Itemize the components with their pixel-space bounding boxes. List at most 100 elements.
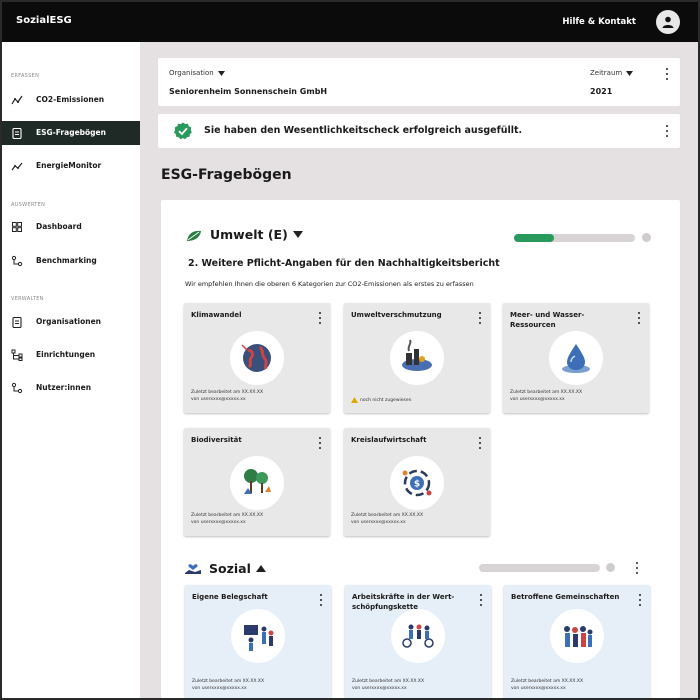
more-options-icon[interactable] (638, 594, 642, 606)
organization-icon (12, 316, 22, 328)
more-options-icon[interactable] (318, 437, 322, 449)
supply-chain-workers-illustration-icon (402, 624, 434, 648)
tile-illustration (390, 331, 444, 385)
caret-up-icon (255, 565, 266, 572)
sidebar-item-energiemonitor[interactable]: EnergieMonitor (2, 154, 140, 178)
more-options-icon[interactable] (637, 312, 641, 324)
tile-edited-by: von userxxxx@xxxxx.xx (191, 520, 246, 525)
sidebar-item-label: Einrichtungen (36, 350, 96, 359)
workforce-illustration-icon (244, 625, 274, 651)
more-options-icon[interactable] (318, 312, 322, 324)
category-tile-klimawandel[interactable]: Klimawandel Zuletzt bearbeitet am XX.XX.… (184, 303, 330, 413)
section-title-umwelt: Umwelt (E) (210, 227, 288, 242)
tile-last-edited: Zuletzt bearbeitet am XX.XX.XX (352, 679, 425, 684)
tile-illustration (230, 456, 284, 510)
more-options-icon[interactable] (665, 68, 669, 80)
sidebar-item-label: Organisationen (36, 317, 102, 326)
tile-illustration (230, 331, 284, 385)
users-icon (11, 382, 23, 394)
circular-economy-illustration-icon: $ (402, 469, 432, 497)
globe-illustration-icon (241, 344, 271, 372)
tile-illustration (550, 609, 604, 663)
more-options-icon[interactable] (635, 562, 639, 574)
tile-title: Meer- und Wasser-Ressourcen (510, 311, 585, 329)
questionnaire-panel: Umwelt (E) 2. Weitere Pflicht-Angaben fü… (161, 200, 680, 698)
tile-title: Klimawandel (191, 311, 242, 319)
emissions-chart-icon (11, 95, 23, 105)
organization-period-card: Organisation Seniorenheim Sonnenschein G… (158, 58, 680, 106)
tile-last-edited: Zuletzt bearbeitet am XX.XX.XX (191, 390, 264, 395)
recommendation-hint: Wir empfehlen Ihnen die oberen 6 Kategor… (185, 280, 474, 288)
sidebar-item-einrichtungen[interactable]: Einrichtungen (2, 343, 140, 367)
tile-last-edited: Zuletzt bearbeitet am XX.XX.XX (191, 513, 264, 518)
tile-illustration (231, 609, 285, 663)
check-circle-icon (174, 122, 192, 140)
tile-title: Biodiversität (191, 436, 242, 444)
category-tile-umweltverschmutzung[interactable]: Umweltverschmutzung noch nicht zugewiese… (344, 303, 490, 413)
user-icon (662, 16, 674, 28)
category-tile-arbeitskraefte-wertschoepfung[interactable]: Arbeitskräfte in der Wert-schöpfungskett… (345, 585, 491, 698)
progress-bar-umwelt (514, 234, 635, 242)
sidebar-item-label: Dashboard (36, 222, 82, 231)
sidebar-section-label: ERFASSEN (11, 73, 40, 79)
sidebar-section-label: VERWALTEN (11, 296, 44, 302)
help-contact-link[interactable]: Hilfe & Kontakt (562, 17, 636, 27)
more-options-icon[interactable] (479, 594, 483, 606)
tile-title: Betroffene Gemeinschaften (511, 593, 620, 601)
section-title-sozial: Sozial (209, 561, 251, 576)
tile-last-edited: Zuletzt bearbeitet am XX.XX.XX (351, 513, 424, 518)
tile-last-edited: Zuletzt bearbeitet am XX.XX.XX (511, 679, 584, 684)
factory-pollution-illustration-icon (402, 339, 432, 371)
energy-chart-icon (11, 162, 23, 171)
more-options-icon[interactable] (478, 312, 482, 324)
tile-edited-by: von userxxxx@xxxxx.xx (191, 397, 246, 402)
caret-down-icon (217, 70, 225, 76)
category-tile-meer-wasser[interactable]: Meer- und Wasser-Ressourcen Zuletzt bear… (503, 303, 649, 413)
user-avatar[interactable] (656, 10, 680, 34)
community-illustration-icon (564, 626, 593, 647)
category-tile-kreislaufwirtschaft[interactable]: Kreislaufwirtschaft $ Zuletzt bearbeitet… (344, 428, 490, 536)
tile-edited-by: von userxxxx@xxxxx.xx (510, 397, 565, 402)
warning-icon (351, 397, 358, 403)
sidebar-section-label: AUSWERTEN (11, 202, 46, 208)
period-selector[interactable]: Zeitraum (590, 69, 634, 77)
leaf-icon (187, 230, 201, 241)
app-window: SozialESG Hilfe & Kontakt ERFASSEN CO2-E… (2, 2, 698, 698)
hierarchy-icon (11, 349, 23, 361)
progress-fill (514, 234, 554, 242)
svg-text:$: $ (414, 480, 420, 490)
more-options-icon[interactable] (665, 125, 669, 137)
completion-indicator (642, 233, 651, 242)
section-toggle-sozial[interactable]: Sozial (209, 561, 266, 576)
tile-illustration: $ (390, 456, 444, 510)
category-tile-betroffene-gemeinschaften[interactable]: Betroffene Gemeinschaften Zuletzt bearbe… (504, 585, 650, 698)
caret-down-icon (292, 231, 303, 238)
sidebar-item-co2-emissionen[interactable]: CO2-Emissionen (2, 88, 140, 112)
success-notice: Sie haben den Wesentlichkeitscheck erfol… (158, 114, 680, 148)
sidebar-item-label: Nutzer:innen (36, 383, 92, 392)
organization-value: Seniorenheim Sonnenschein GmbH (169, 87, 328, 96)
more-options-icon[interactable] (478, 437, 482, 449)
caret-down-icon (626, 70, 634, 76)
sidebar-item-nutzerinnen[interactable]: Nutzer:innen (2, 376, 140, 400)
success-notice-text: Sie haben den Wesentlichkeitscheck erfol… (204, 125, 523, 136)
category-tile-eigene-belegschaft[interactable]: Eigene Belegschaft Zuletzt bearbeitet am… (185, 585, 331, 698)
organization-selector[interactable]: Organisation (169, 69, 225, 77)
section-toggle-umwelt[interactable]: Umwelt (E) (210, 227, 303, 242)
top-bar: SozialESG Hilfe & Kontakt (2, 2, 698, 42)
period-label: Zeitraum (590, 69, 623, 77)
organization-label: Organisation (169, 69, 214, 77)
more-options-icon[interactable] (319, 594, 323, 606)
sidebar-item-benchmarking[interactable]: Benchmarking (2, 249, 140, 273)
sidebar-item-dashboard[interactable]: Dashboard (2, 215, 140, 239)
sidebar: ERFASSEN CO2-Emissionen ESG-Fragebögen E… (2, 42, 140, 698)
sidebar-item-label: CO2-Emissionen (36, 95, 105, 104)
dashboard-grid-icon (12, 222, 22, 232)
sidebar-item-label: ESG-Fragebögen (36, 128, 106, 137)
benchmark-icon (11, 255, 23, 267)
tile-title: Kreislaufwirtschaft (351, 436, 427, 444)
category-tile-biodiversitaet[interactable]: Biodiversität Zuletzt bearbeitet am XX.X… (184, 428, 330, 536)
sidebar-item-esg-frageboegen[interactable]: ESG-Fragebögen (2, 121, 140, 145)
brand-logo[interactable]: SozialESG (16, 15, 72, 26)
sidebar-item-organisationen[interactable]: Organisationen (2, 310, 140, 334)
